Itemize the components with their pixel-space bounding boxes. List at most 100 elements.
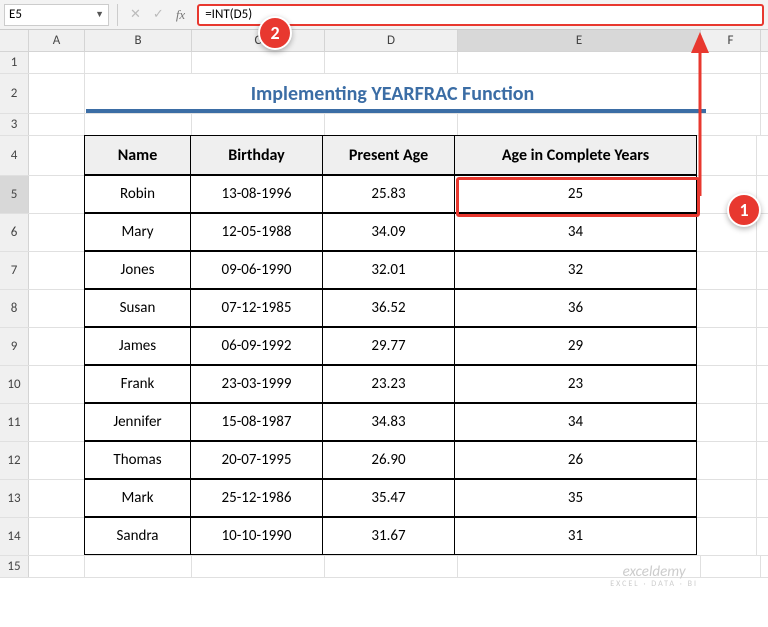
cell-age-complete[interactable]: 35 [454,479,697,517]
row-header[interactable]: 10 [0,366,29,403]
cell[interactable] [697,480,757,517]
cell[interactable] [701,52,761,73]
chevron-down-icon[interactable]: ▼ [95,9,104,20]
cell[interactable] [29,52,85,73]
cell[interactable] [29,556,85,577]
row-header[interactable]: 7 [0,252,29,289]
cell-present-age[interactable]: 23.23 [322,365,455,403]
cell[interactable] [29,404,85,441]
cell-name[interactable]: Mark [84,479,191,517]
cell-age-complete[interactable]: 26 [454,441,697,479]
cell-present-age[interactable]: 29.77 [322,327,455,365]
cell[interactable] [29,480,85,517]
cell[interactable] [697,290,757,327]
cell[interactable] [697,328,757,365]
cell-name[interactable]: Jennifer [84,403,191,441]
cell-name[interactable]: Thomas [84,441,191,479]
cell[interactable] [192,556,325,577]
cell[interactable] [29,176,85,213]
cell-name[interactable]: Robin [84,175,191,213]
cell[interactable] [29,214,85,251]
cell[interactable] [29,518,85,555]
cell[interactable] [192,114,325,135]
col-header-E[interactable]: E [458,30,701,51]
col-header-F[interactable]: F [701,30,761,51]
check-icon[interactable]: ✓ [149,7,168,22]
cell[interactable] [325,114,458,135]
cell[interactable] [697,518,757,555]
table-header-age-complete[interactable]: Age in Complete Years [454,135,697,175]
name-box[interactable]: E5 ▼ [4,4,109,26]
row-header[interactable]: 11 [0,404,29,441]
cell-present-age[interactable]: 34.09 [322,213,455,251]
cell[interactable] [701,74,761,113]
cell-name[interactable]: Susan [84,289,191,327]
row-header[interactable]: 15 [0,556,29,577]
cell-age-complete[interactable]: 32 [454,251,697,289]
cell-present-age[interactable]: 35.47 [322,479,455,517]
cell[interactable] [697,366,757,403]
cell-present-age[interactable]: 31.67 [322,517,455,555]
cell[interactable] [85,556,192,577]
row-header[interactable]: 4 [0,136,29,175]
cell-name[interactable]: Frank [84,365,191,403]
col-header-A[interactable]: A [29,30,85,51]
row-header[interactable]: 12 [0,442,29,479]
cell[interactable] [85,114,192,135]
cell-birthday[interactable]: 13-08-1996 [190,175,323,213]
cell-name[interactable]: Mary [84,213,191,251]
cancel-icon[interactable]: ✕ [126,7,145,22]
cell-name[interactable]: Sandra [84,517,191,555]
cell-birthday[interactable]: 20-07-1995 [190,441,323,479]
cell-birthday[interactable]: 06-09-1992 [190,327,323,365]
cell[interactable] [458,52,701,73]
cell[interactable] [697,442,757,479]
row-header[interactable]: 3 [0,114,29,135]
cell-present-age[interactable]: 34.83 [322,403,455,441]
cell-age-complete[interactable]: 31 [454,517,697,555]
row-header[interactable]: 8 [0,290,29,327]
row-header[interactable]: 2 [0,74,29,113]
row-header[interactable]: 9 [0,328,29,365]
cell-present-age[interactable]: 36.52 [322,289,455,327]
cell-age-complete[interactable]: 23 [454,365,697,403]
cell-birthday[interactable]: 07-12-1985 [190,289,323,327]
worksheet[interactable]: A B C D E F 1 2 Implementing YEARFRAC Fu… [0,30,768,578]
cell[interactable] [29,252,85,289]
cell[interactable] [29,290,85,327]
row-header[interactable]: 13 [0,480,29,517]
cell-age-complete[interactable]: 25 [454,175,697,213]
row-header[interactable]: 14 [0,518,29,555]
cell[interactable] [458,114,701,135]
cell[interactable] [29,114,85,135]
cell-birthday[interactable]: 23-03-1999 [190,365,323,403]
cell-birthday[interactable]: 10-10-1990 [190,517,323,555]
cell[interactable] [697,136,757,175]
cell-age-complete[interactable]: 34 [454,403,697,441]
cell-age-complete[interactable]: 36 [454,289,697,327]
cell[interactable] [701,556,761,577]
cell[interactable] [85,52,192,73]
cell[interactable] [701,114,761,135]
row-header[interactable]: 1 [0,52,29,73]
cell-name[interactable]: James [84,327,191,365]
col-header-D[interactable]: D [325,30,458,51]
cell-age-complete[interactable]: 29 [454,327,697,365]
table-header-name[interactable]: Name [84,135,191,175]
cell-age-complete[interactable]: 34 [454,213,697,251]
cell-birthday[interactable]: 15-08-1987 [190,403,323,441]
cell-present-age[interactable]: 26.90 [322,441,455,479]
cell[interactable] [192,52,325,73]
cell[interactable] [325,556,458,577]
table-header-present-age[interactable]: Present Age [322,135,455,175]
cell-present-age[interactable]: 25.83 [322,175,455,213]
cell-birthday[interactable]: 25-12-1986 [190,479,323,517]
row-header[interactable]: 6 [0,214,29,251]
cell[interactable] [29,442,85,479]
col-header-B[interactable]: B [85,30,192,51]
cell[interactable] [697,404,757,441]
cell[interactable] [325,52,458,73]
cell[interactable] [29,74,85,113]
table-header-birthday[interactable]: Birthday [190,135,323,175]
cell[interactable] [29,328,85,365]
